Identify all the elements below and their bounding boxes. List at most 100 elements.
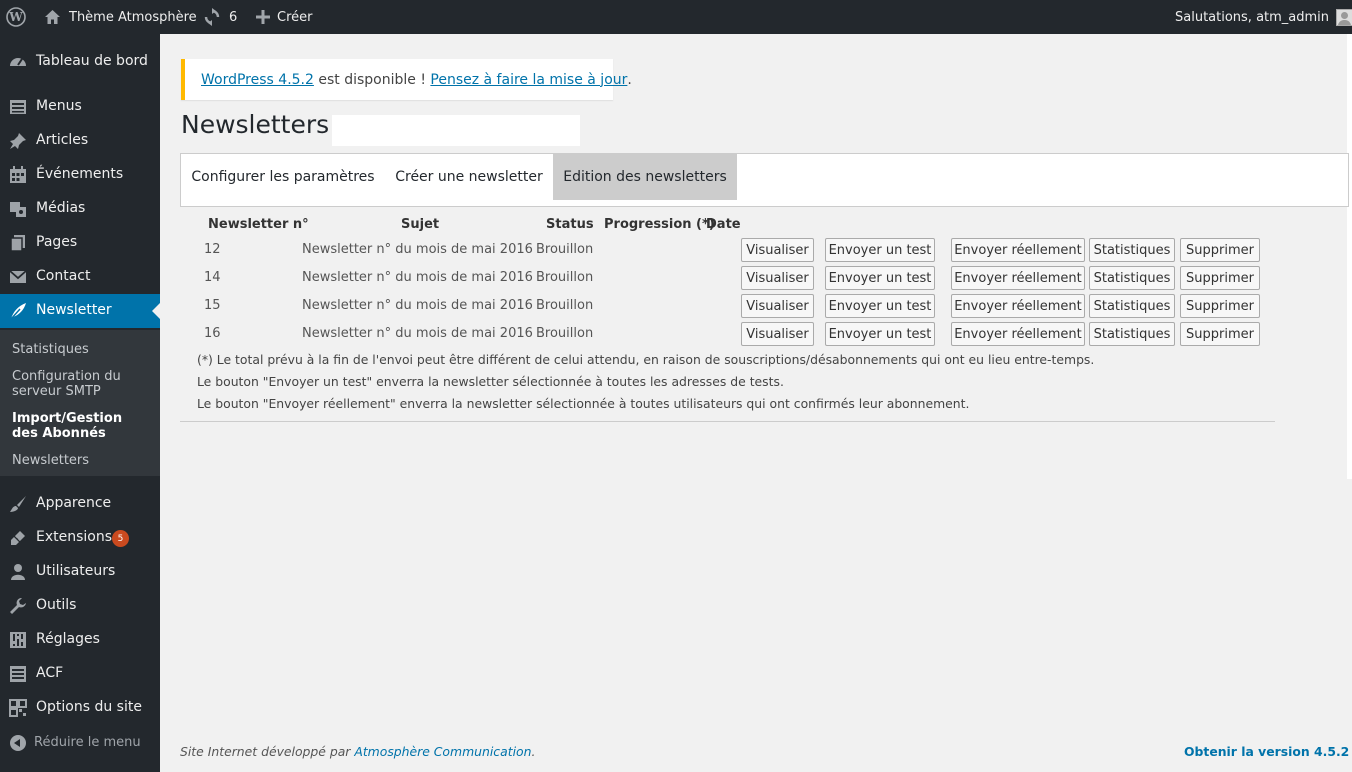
submenu-item-smtp[interactable]: Configuration du serveur SMTP [12, 369, 152, 399]
calendar-icon [10, 166, 26, 183]
column-header-subject: Sujet [401, 217, 440, 232]
menus-icon [10, 100, 26, 114]
pages-icon [10, 235, 25, 252]
tab-creer-newsletter[interactable]: Créer une newsletter [385, 154, 553, 200]
admin-bar: W Thème Atmosphère 6 Créer Salutations, … [0, 0, 1352, 34]
sidebar-item-label: Options du site [36, 699, 142, 715]
update-now-link[interactable]: Pensez à faire la mise à jour [430, 72, 627, 88]
footer-credit-prefix: Site Internet développé par [180, 744, 355, 759]
collapse-menu-button[interactable]: Réduire le menu [0, 726, 160, 760]
newsletter-number: 12 [204, 242, 221, 257]
mail-icon [9, 270, 27, 283]
pin-icon [10, 133, 26, 149]
sidebar-item-label: Newsletter [36, 302, 112, 318]
newsletter-status: Brouillon [536, 242, 594, 257]
newsletter-subject: Newsletter n° du mois de mai 2016 [302, 298, 533, 313]
envoyer-test-button[interactable]: Envoyer un test [825, 294, 935, 318]
statistiques-button[interactable]: Statistiques [1089, 322, 1175, 346]
submenu-item-statistiques[interactable]: Statistiques [12, 342, 152, 357]
statistiques-button[interactable]: Statistiques [1089, 294, 1175, 318]
sidebar-item-articles[interactable]: Articles [0, 124, 160, 158]
agency-link[interactable]: Atmosphère Communication [354, 744, 531, 759]
sidebar-item-label: Extensions [36, 529, 113, 545]
newsletter-status: Brouillon [536, 298, 594, 313]
sidebar-item-evenements[interactable]: Événements [0, 158, 160, 192]
visualiser-button[interactable]: Visualiser [741, 294, 814, 318]
envoyer-reellement-button[interactable]: Envoyer réellement [951, 266, 1085, 290]
get-version-link[interactable]: Obtenir la version 4.5.2 [1184, 744, 1349, 759]
sidebar-item-menus[interactable]: Menus [0, 90, 160, 124]
supprimer-button[interactable]: Supprimer [1180, 322, 1260, 346]
sidebar-item-utilisateurs[interactable]: Utilisateurs [0, 555, 160, 589]
notice-end: . [627, 71, 632, 88]
updates-count: 6 [229, 9, 238, 25]
footer-credit: Site Internet développé par Atmosphère C… [180, 744, 535, 759]
envoyer-reellement-button[interactable]: Envoyer réellement [951, 294, 1085, 318]
sidebar-item-label: Réglages [36, 631, 100, 647]
envoyer-test-button[interactable]: Envoyer un test [825, 238, 935, 262]
newsletter-status: Brouillon [536, 270, 594, 285]
sidebar-item-label: Pages [36, 234, 78, 250]
submenu-item-newsletters[interactable]: Newsletters [12, 453, 152, 468]
right-edge-strip [1347, 34, 1352, 479]
wrench-icon [10, 598, 26, 614]
envoyer-test-button[interactable]: Envoyer un test [825, 322, 935, 346]
visualiser-button[interactable]: Visualiser [741, 322, 814, 346]
sidebar-item-options-site[interactable]: Options du site [0, 691, 160, 725]
sidebar-item-acf[interactable]: ACF [0, 657, 160, 691]
sidebar-item-label: ACF [36, 665, 64, 681]
statistiques-button[interactable]: Statistiques [1089, 238, 1175, 262]
sidebar-item-outils[interactable]: Outils [0, 589, 160, 623]
supprimer-button[interactable]: Supprimer [1180, 266, 1260, 290]
column-header-number: Newsletter n° [208, 217, 309, 232]
submenu-item-abonnes[interactable]: Import/Gestion des Abonnés [12, 411, 152, 441]
wordpress-version-link[interactable]: WordPress 4.5.2 [201, 72, 314, 88]
envoyer-reellement-button[interactable]: Envoyer réellement [951, 322, 1085, 346]
newsletter-subject: Newsletter n° du mois de mai 2016 [302, 270, 533, 285]
sidebar-item-dashboard[interactable]: Tableau de bord [0, 45, 160, 79]
collapse-menu-label: Réduire le menu [34, 735, 141, 750]
sidebar-item-medias[interactable]: Médias [0, 192, 160, 226]
refresh-icon [204, 8, 220, 26]
sidebar-item-contact[interactable]: Contact [0, 260, 160, 294]
sidebar-item-extensions[interactable]: Extensions 5 [0, 521, 160, 555]
newsletter-number: 14 [204, 270, 221, 285]
admin-sidebar: Tableau de bord Menus Articles Événement… [0, 34, 160, 772]
envoyer-reellement-button[interactable]: Envoyer réellement [951, 238, 1085, 262]
sidebar-item-label: Événements [36, 166, 124, 182]
wordpress-logo-icon[interactable]: W [6, 0, 28, 34]
statistiques-button[interactable]: Statistiques [1089, 266, 1175, 290]
visualiser-button[interactable]: Visualiser [741, 238, 814, 262]
greeting-label: Salutations, atm_admin [1175, 9, 1330, 25]
sidebar-item-pages[interactable]: Pages [0, 226, 160, 260]
title-redaction-box [332, 115, 580, 146]
tab-configurer-parametres[interactable]: Configurer les paramètres [181, 154, 385, 200]
grid-icon [9, 699, 27, 717]
supprimer-button[interactable]: Supprimer [1180, 294, 1260, 318]
newsletter-number: 16 [204, 326, 221, 341]
list-icon [10, 666, 26, 682]
new-content-link[interactable]: Créer [256, 0, 312, 34]
sidebar-item-apparence[interactable]: Apparence [0, 487, 160, 521]
updates-link[interactable]: 6 [203, 0, 237, 34]
collapse-arrow-icon [10, 735, 26, 751]
newsletter-submenu: Statistiques Configuration du serveur SM… [0, 330, 160, 476]
svg-text:W: W [8, 10, 23, 24]
column-header-progress: Progression (*) [604, 217, 715, 232]
sidebar-item-reglages[interactable]: Réglages [0, 623, 160, 657]
site-name-link[interactable]: Thème Atmosphère [44, 0, 197, 34]
visualiser-button[interactable]: Visualiser [741, 266, 814, 290]
sidebar-item-newsletter[interactable]: Newsletter [0, 294, 160, 328]
envoyer-test-button[interactable]: Envoyer un test [825, 266, 935, 290]
newsletter-subject: Newsletter n° du mois de mai 2016 [302, 242, 533, 257]
newsletter-subject: Newsletter n° du mois de mai 2016 [302, 326, 533, 341]
tab-edition-newsletters[interactable]: Edition des newsletters [553, 154, 737, 200]
plus-icon [256, 10, 270, 24]
sidebar-item-label: Contact [36, 268, 91, 284]
sidebar-item-label: Tableau de bord [36, 53, 148, 69]
supprimer-button[interactable]: Supprimer [1180, 238, 1260, 262]
new-content-label: Créer [277, 9, 313, 25]
my-account-link[interactable]: Salutations, atm_admin [1175, 0, 1352, 34]
plug-icon [11, 531, 25, 545]
send-button-note: Le bouton "Envoyer réellement" enverra l… [197, 396, 970, 411]
